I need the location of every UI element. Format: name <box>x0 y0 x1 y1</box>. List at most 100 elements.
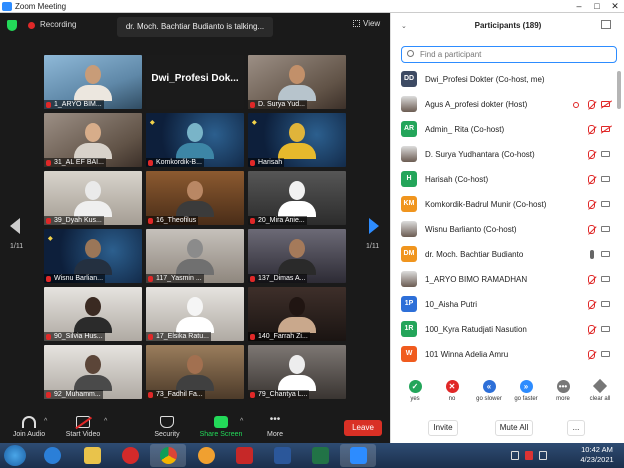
video-tile[interactable]: Dwi_Profesi Dok... <box>146 55 244 109</box>
reaction-more-button[interactable]: ••• more <box>545 380 581 402</box>
taskbar-app[interactable] <box>302 444 338 467</box>
share-options-caret-icon[interactable]: ^ <box>240 418 243 425</box>
network-warning-icon[interactable] <box>525 451 533 460</box>
video-tile[interactable]: 137_Dimas A... <box>248 229 346 283</box>
muted-mic-icon[interactable] <box>588 175 595 184</box>
scrollbar-thumb[interactable] <box>617 71 621 109</box>
video-icon[interactable] <box>601 301 610 307</box>
video-icon[interactable] <box>601 251 610 257</box>
participant-row[interactable]: DM dr. Moch. Bachtiar Budianto <box>391 242 624 267</box>
start-video-button[interactable]: Start Video <box>58 416 108 438</box>
muted-mic-icon[interactable] <box>588 325 595 334</box>
audio-options-caret-icon[interactable]: ^ <box>44 418 47 425</box>
video-icon[interactable] <box>601 176 610 182</box>
participant-row[interactable]: KM Komkordik-Badrul Munir (Co-host) <box>391 192 624 217</box>
mic-icon[interactable] <box>590 250 594 259</box>
previous-page-arrow-icon[interactable] <box>10 218 20 234</box>
participant-row[interactable]: H Harisah (Co-host) <box>391 167 624 192</box>
start-button-icon[interactable] <box>4 445 26 466</box>
video-tile[interactable]: 90_Silvia Hus... <box>44 287 142 341</box>
video-tile[interactable]: 117_Yasmin ... <box>146 229 244 283</box>
participant-avatar: 1P <box>401 296 417 312</box>
muted-mic-icon[interactable] <box>588 200 595 209</box>
taskbar-clock[interactable]: 10:42 AM 4/23/2021 <box>574 445 620 465</box>
video-tile[interactable]: 31_AL EF BAI... <box>44 113 142 167</box>
share-screen-button[interactable]: Share Screen <box>196 416 246 438</box>
popout-icon[interactable] <box>601 20 611 29</box>
taskbar-app[interactable] <box>340 444 376 467</box>
participant-row[interactable]: DD Dwi_Profesi Dokter (Co-host, me) <box>391 67 624 92</box>
tile-label: 73_Fadhil Fa... <box>156 391 203 398</box>
video-tile[interactable]: 16_Theofilus <box>146 171 244 225</box>
muted-mic-icon[interactable] <box>588 125 595 134</box>
video-tile[interactable]: 79_Chantya L... <box>248 345 346 399</box>
video-tile[interactable]: 92_Muhamm... <box>44 345 142 399</box>
taskbar-app[interactable] <box>264 444 300 467</box>
video-tile[interactable]: 17_Elsika Ratu... <box>146 287 244 341</box>
video-tile[interactable]: ◆ Wisnu Barlian... <box>44 229 142 283</box>
video-icon[interactable] <box>601 326 610 332</box>
muted-mic-icon[interactable] <box>588 350 595 359</box>
more-options-button[interactable]: ... <box>567 420 585 436</box>
video-tile[interactable]: 39_Dyah Kus... <box>44 171 142 225</box>
invite-button[interactable]: Invite <box>428 420 458 436</box>
video-tile[interactable]: 20_Mira Anie... <box>248 171 346 225</box>
volume-icon[interactable] <box>539 451 547 460</box>
encryption-shield-icon[interactable] <box>7 20 17 31</box>
video-icon[interactable] <box>601 276 610 282</box>
next-page-arrow-icon[interactable] <box>369 218 379 234</box>
participant-row[interactable]: AR Admin_ Rita (Co-host) <box>391 117 624 142</box>
video-tile[interactable]: ◆ Harisah <box>248 113 346 167</box>
maximize-icon[interactable]: □ <box>588 0 606 13</box>
video-tile[interactable]: 73_Fadhil Fa... <box>146 345 244 399</box>
view-button[interactable]: View <box>353 19 380 28</box>
participant-row[interactable]: 1P 10_Aisha Putri <box>391 292 624 317</box>
reaction-clear-all-button[interactable]: clear all <box>582 378 618 402</box>
participant-row[interactable]: 1_ARYO BIMO RAMADHAN <box>391 267 624 292</box>
video-tile[interactable]: ◆ Komkordik-B... <box>146 113 244 167</box>
muted-mic-icon[interactable] <box>588 150 595 159</box>
video-icon[interactable] <box>601 151 610 157</box>
video-off-icon[interactable] <box>601 101 610 107</box>
participant-row[interactable]: 1R 100_Kyra Ratudjati Nasution <box>391 317 624 342</box>
video-tile[interactable]: 140_Farrah Zi... <box>248 287 346 341</box>
minimize-icon[interactable]: – <box>570 0 588 13</box>
muted-mic-icon[interactable] <box>588 100 595 109</box>
participant-search-input[interactable]: Find a participant <box>401 46 617 63</box>
video-icon[interactable] <box>601 201 610 207</box>
mute-all-button[interactable]: Mute All <box>495 420 533 436</box>
taskbar-app[interactable] <box>74 444 110 467</box>
video-icon[interactable] <box>601 226 610 232</box>
more-button[interactable]: ••• More <box>250 415 300 439</box>
participant-list-scrollbar[interactable] <box>617 67 621 375</box>
video-icon[interactable] <box>601 351 610 357</box>
taskbar-app[interactable] <box>226 444 262 467</box>
reaction-go-faster-button[interactable]: » go faster <box>508 380 544 402</box>
taskbar-app[interactable] <box>34 444 70 467</box>
muted-mic-icon <box>148 276 153 282</box>
close-icon[interactable]: ✕ <box>606 0 624 13</box>
muted-mic-icon[interactable] <box>588 300 595 309</box>
video-off-icon[interactable] <box>601 126 610 132</box>
muted-mic-icon[interactable] <box>588 275 595 284</box>
participant-name: Komkordik-Badrul Munir (Co-host) <box>425 200 547 209</box>
security-button[interactable]: Security <box>142 416 192 438</box>
reaction-go-slower-button[interactable]: « go slower <box>471 380 507 402</box>
video-options-caret-icon[interactable]: ^ <box>104 418 107 425</box>
taskbar-app[interactable] <box>150 444 186 467</box>
video-tile[interactable]: D. Surya Yud... <box>248 55 346 109</box>
taskbar-app[interactable] <box>188 444 224 467</box>
reaction-no-button[interactable]: ✕ no <box>434 380 470 402</box>
leave-button[interactable]: Leave <box>344 420 382 436</box>
participant-row[interactable]: Agus A_profesi dokter (Host) <box>391 92 624 117</box>
tray-arrow-icon[interactable] <box>511 451 519 460</box>
participant-row[interactable]: D. Surya Yudhantara (Co-host) <box>391 142 624 167</box>
taskbar-app[interactable] <box>112 444 148 467</box>
muted-mic-icon[interactable] <box>588 225 595 234</box>
participant-avatar: KM <box>401 196 417 212</box>
security-label: Security <box>154 431 180 438</box>
participant-row[interactable]: W 101 Winna Adelia Amru <box>391 342 624 367</box>
reaction-yes-button[interactable]: ✓ yes <box>397 380 433 402</box>
video-tile[interactable]: 1_ARYO BIM... <box>44 55 142 109</box>
participant-row[interactable]: Wisnu Barlianto (Co-host) <box>391 217 624 242</box>
